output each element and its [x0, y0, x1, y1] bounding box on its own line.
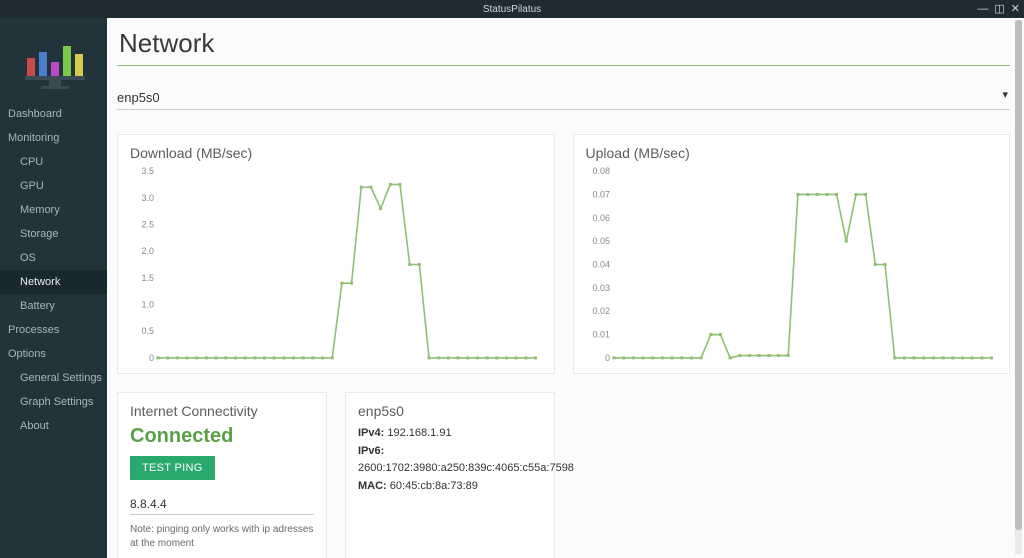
interface-details-title: enp5s0 [358, 403, 542, 419]
svg-text:0.08: 0.08 [592, 167, 609, 176]
connectivity-status: Connected [130, 425, 314, 448]
svg-text:0: 0 [149, 353, 154, 363]
svg-text:0.03: 0.03 [592, 283, 609, 293]
page-title: Network [117, 26, 1010, 66]
sidebar-item-battery[interactable]: Battery [0, 294, 107, 318]
app-logo [0, 22, 107, 102]
interface-details-card: enp5s0 IPv4: 192.168.1.91 IPv6: 2600:170… [345, 392, 555, 558]
ipv6-row: IPv6: 2600:1702:3980:a250:839c:4065:c55a… [358, 443, 542, 478]
scrollbar-thumb[interactable] [1015, 20, 1022, 530]
mac-value: 60:45:cb:8a:73:89 [390, 480, 478, 492]
sidebar-item-cpu[interactable]: CPU [0, 150, 107, 174]
connectivity-title: Internet Connectivity [130, 403, 314, 419]
download-chart-title: Download (MB/sec) [130, 145, 542, 161]
ping-target-input[interactable] [130, 494, 314, 515]
ipv4-label: IPv4: [358, 427, 384, 439]
sidebar-item-general-settings[interactable]: General Settings [0, 366, 107, 390]
sidebar-item-about[interactable]: About [0, 414, 107, 438]
upload-chart-card: Upload (MB/sec) 0 0.01 0.02 0.03 0.04 0.05 0.0… [573, 134, 1011, 374]
svg-text:0: 0 [604, 353, 609, 363]
svg-text:3.5: 3.5 [142, 167, 154, 176]
interface-select[interactable]: enp5s0 [117, 86, 1010, 110]
svg-text:1.0: 1.0 [142, 300, 154, 310]
window-title: StatusPilatus [483, 4, 541, 15]
sidebar-item-gpu[interactable]: GPU [0, 174, 107, 198]
svg-text:3.0: 3.0 [142, 193, 154, 203]
connectivity-card: Internet Connectivity Connected TEST PIN… [117, 392, 327, 558]
svg-text:1.5: 1.5 [142, 273, 154, 283]
download-chart-card: Download (MB/sec) 0 0.5 1.0 1.5 2.0 2.5 3.0 3.5 [117, 134, 555, 374]
window-titlebar: StatusPilatus — ◫ ✕ [0, 0, 1024, 18]
sidebar-item-dashboard[interactable]: Dashboard [0, 102, 107, 126]
content-scrollbar[interactable] [1015, 20, 1022, 554]
upload-chart: 0 0.01 0.02 0.03 0.04 0.05 0.06 0.07 0.08 [586, 167, 998, 372]
mac-label: MAC: [358, 480, 387, 492]
download-chart: 0 0.5 1.0 1.5 2.0 2.5 3.0 3.5 [130, 167, 542, 372]
sidebar-item-options[interactable]: Options [0, 342, 107, 366]
upload-chart-title: Upload (MB/sec) [586, 145, 998, 161]
svg-text:0.02: 0.02 [592, 306, 609, 316]
svg-text:0.07: 0.07 [592, 189, 609, 199]
sidebar-item-os[interactable]: OS [0, 246, 107, 270]
sidebar-item-storage[interactable]: Storage [0, 222, 107, 246]
sidebar: DashboardMonitoringCPUGPUMemoryStorageOS… [0, 18, 107, 558]
sidebar-item-monitoring[interactable]: Monitoring [0, 126, 107, 150]
sidebar-item-processes[interactable]: Processes [0, 318, 107, 342]
sidebar-item-network[interactable]: Network [0, 270, 107, 294]
mac-row: MAC: 60:45:cb:8a:73:89 [358, 478, 542, 496]
svg-text:2.5: 2.5 [142, 219, 154, 229]
window-close-icon[interactable]: ✕ [1011, 4, 1020, 15]
svg-text:2.0: 2.0 [142, 246, 154, 256]
ipv6-label: IPv6: [358, 445, 384, 457]
ipv4-value: 192.168.1.91 [387, 427, 451, 439]
test-ping-button[interactable]: TEST PING [130, 456, 215, 480]
window-minimize-icon[interactable]: — [977, 4, 988, 15]
sidebar-item-memory[interactable]: Memory [0, 198, 107, 222]
window-restore-icon[interactable]: ◫ [994, 4, 1004, 15]
content-area: Network enp5s0 ▾ Download (MB/sec) 00.51… [107, 18, 1024, 558]
ipv6-value: 2600:1702:3980:a250:839c:4065:c55a:7598 [358, 462, 574, 474]
logo-icon [19, 32, 89, 92]
svg-text:0.06: 0.06 [592, 213, 609, 223]
sidebar-item-graph-settings[interactable]: Graph Settings [0, 390, 107, 414]
svg-text:0.01: 0.01 [592, 330, 609, 340]
svg-text:0.04: 0.04 [592, 260, 609, 270]
svg-text:0.05: 0.05 [592, 236, 609, 246]
svg-text:0.5: 0.5 [142, 326, 154, 336]
ipv4-row: IPv4: 192.168.1.91 [358, 425, 542, 443]
ping-note: Note: pinging only works with ip adresse… [130, 523, 314, 550]
